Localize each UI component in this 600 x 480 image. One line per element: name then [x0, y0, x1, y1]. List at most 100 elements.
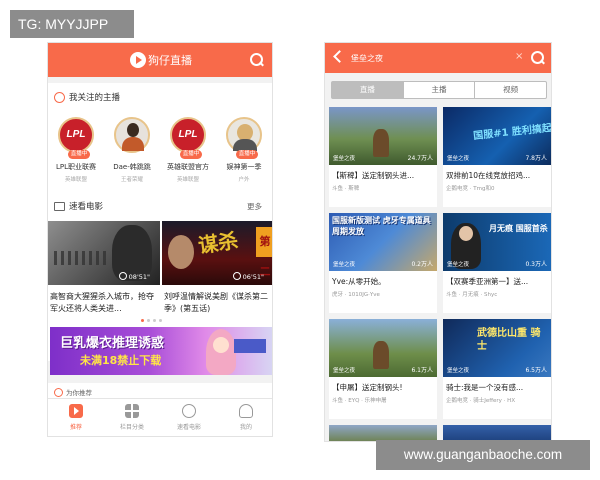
stream-title: Yve:从零开始。 — [332, 277, 386, 286]
live-card[interactable]: 国服新版测试 虎牙专属道具 周期发放 堡垒之夜 0.2万人 Yve:从零开始。 … — [329, 213, 437, 313]
streamer-lpl[interactable]: LPL 直播中 LPL职业联赛 英雄联盟 — [49, 117, 103, 183]
tab-movies[interactable]: 速看电影 — [161, 404, 217, 431]
tab-label: 栏目分类 — [119, 424, 144, 431]
stream-thumbnail: 国服#1 胜利搞起 堡垒之夜 7.8万人 — [443, 107, 551, 165]
poster-badge: 第二 — [256, 227, 272, 278]
game-logo: 堡垒之夜 — [333, 156, 356, 162]
stream-meta: 企鹅电竞 · 骑士Jeffery · HX — [446, 398, 516, 404]
live-card[interactable]: 堡垒之夜 24.7万人 【斯稗】送定制钢头进... 斗鱼 · 斯稗 — [329, 107, 437, 207]
watermark-top-left: TG: MYYJJPP — [10, 10, 134, 38]
streamer-name: 娱神第一季 — [226, 163, 262, 171]
stream-meta: 虎牙 · 1010JG·Yve — [332, 292, 380, 298]
result-tabs: 直播 主播 视频 — [331, 81, 547, 99]
movie-thumbnail[interactable]: 08'51" — [48, 221, 160, 285]
stream-thumbnail: 堡垒之夜 6.1万人 — [329, 319, 437, 377]
streamer-game: 户外 — [238, 177, 250, 183]
stream-title: 【双赛季亚洲第一】送... — [446, 277, 529, 286]
search-icon[interactable] — [531, 51, 545, 65]
clear-icon[interactable]: × — [515, 51, 523, 63]
play-icon — [69, 404, 83, 418]
game-logo: 堡垒之夜 — [333, 262, 356, 268]
carousel-dot[interactable] — [159, 319, 162, 322]
ad-banner[interactable]: 巨乳爆衣推理诱惑 未满18禁止下载 — [50, 327, 272, 375]
game-logo: 堡垒之夜 — [333, 368, 356, 374]
movie-title[interactable]: 高智商大猩猩杀入城市，抢夺军火还将人类关进... — [50, 291, 158, 315]
carousel-dot[interactable] — [141, 319, 144, 322]
stream-meta: 斗鱼 · 斯稗 — [332, 186, 360, 192]
live-card[interactable]: 武德比山重 骑士 堡垒之夜 6.5万人 骑士:我是一个没有感... 企鹅电竞 ·… — [443, 319, 551, 419]
streamer-dae[interactable]: Dae-韩跳跳 王者荣耀 — [105, 117, 159, 183]
game-character — [373, 341, 389, 369]
carousel-dot[interactable] — [153, 319, 156, 322]
app-title: 狗仔直播 — [148, 54, 192, 67]
stream-title: 双排前10在线竞放招鸡... — [446, 171, 531, 180]
search-input[interactable] — [351, 49, 519, 67]
live-card[interactable]: 月无痕 国服首杀 堡垒之夜 0.3万人 【双赛季亚洲第一】送... 斗鱼 · 月… — [443, 213, 551, 313]
stream-title: 【斯稗】送定制钢头进... — [332, 171, 415, 180]
tab-videos[interactable]: 视频 — [475, 82, 546, 98]
avatar: LPL 直播中 — [170, 117, 206, 159]
carousel-dot[interactable] — [147, 319, 150, 322]
streamer-game: 王者荣耀 — [120, 177, 143, 183]
avatar-body — [122, 137, 144, 151]
streamer-game: 英雄联盟 — [64, 177, 87, 183]
video-duration: 06'51" — [233, 272, 264, 281]
thumbnail-overlay-text: 国服新版测试 虎牙专属道具 周期发放 — [332, 216, 431, 236]
stream-thumbnail: 堡垒之夜 24.7万人 — [329, 107, 437, 165]
phone-search-screen: × 直播 主播 视频 堡垒之夜 24.7万人 【斯稗】送定制钢头进... 斗鱼 … — [324, 42, 552, 442]
avatar: 直播中 — [226, 117, 262, 159]
tab-categories[interactable]: 栏目分类 — [104, 404, 160, 431]
bottom-tab-bar: 推荐 栏目分类 速看电影 我的 — [48, 398, 272, 436]
movie-thumbnail[interactable]: 谋杀 第二 06'51" — [162, 221, 272, 285]
movie-title[interactable]: 刘呼温情解说美剧《谋杀第二季》(第五话) — [164, 291, 272, 315]
tab-me[interactable]: 我的 — [218, 404, 272, 431]
tab-recommend[interactable]: 推荐 — [48, 404, 104, 431]
avatar-head — [127, 123, 139, 137]
live-badge: 直播中 — [68, 150, 90, 159]
section-title: 为你推荐 — [66, 389, 92, 397]
avatar — [114, 117, 150, 153]
avatar: LPL 直播中 — [58, 117, 94, 159]
live-card[interactable]: 堡垒之夜 6.1万人 【申屠】送定制钢头! 斗鱼 · EYQ · 乐神申屠 — [329, 319, 437, 419]
viewer-count: 6.1万人 — [411, 367, 433, 374]
soldiers-silhouette — [54, 251, 110, 265]
streamer-name: 英雄联盟官方 — [167, 163, 209, 171]
tab-live[interactable]: 直播 — [332, 82, 404, 98]
lpl-logo-text: LPL — [178, 129, 198, 140]
film-reel-icon — [182, 404, 196, 418]
video-duration: 08'51" — [119, 272, 150, 281]
person-icon — [239, 404, 253, 418]
stream-title: 【申屠】送定制钢头! — [332, 383, 403, 392]
live-badge: 直播中 — [236, 150, 258, 159]
viewer-count: 0.3万人 — [525, 261, 547, 268]
search-icon[interactable] — [250, 53, 264, 67]
grid-icon — [125, 404, 139, 418]
viewer-count: 24.7万人 — [407, 155, 433, 162]
stream-meta: 企鹅电竞 · Tmg和0 — [446, 186, 495, 192]
stream-meta: 斗鱼 · 月无痕 · Shyc — [446, 292, 498, 298]
watermark-bottom-right: www.guanganbaoche.com — [376, 440, 590, 470]
live-card[interactable]: 国服#1 胜利搞起 堡垒之夜 7.8万人 双排前10在线竞放招鸡... 企鹅电竞… — [443, 107, 551, 207]
streamer-game: 英雄联盟 — [176, 177, 199, 183]
banner-subline: 未满18禁止下载 — [80, 354, 162, 367]
thumbnail-overlay-text: 月无痕 国服首杀 — [489, 224, 548, 233]
viewer-count: 0.2万人 — [411, 261, 433, 268]
more-link[interactable]: 更多 — [247, 201, 262, 212]
anime-character — [206, 329, 236, 375]
tab-streamers[interactable]: 主播 — [404, 82, 476, 98]
streamer-lol-official[interactable]: LPL 直播中 英雄联盟官方 英雄联盟 — [161, 117, 215, 183]
viewer-count: 7.8万人 — [525, 155, 547, 162]
banner-sign — [234, 339, 266, 353]
viewer-count: 6.5万人 — [525, 367, 547, 374]
streamer-name: Dae-韩跳跳 — [113, 163, 151, 171]
back-arrow-icon[interactable] — [333, 50, 346, 63]
app-logo-icon — [130, 52, 146, 68]
user-icon — [54, 91, 65, 103]
heart-icon — [54, 387, 63, 397]
streamer-yushen[interactable]: 直播中 娱神第一季 户外 — [217, 117, 271, 183]
section-header: 为你推荐 — [54, 387, 92, 397]
lpl-logo-text: LPL — [66, 129, 86, 140]
game-logo: 堡垒之夜 — [447, 156, 470, 162]
phone-home-screen: 狗仔直播 我关注的主播 LPL 直播中 LPL职业联赛 英雄联盟 Dae-韩跳跳… — [47, 42, 273, 437]
tab-label: 推荐 — [69, 424, 82, 431]
